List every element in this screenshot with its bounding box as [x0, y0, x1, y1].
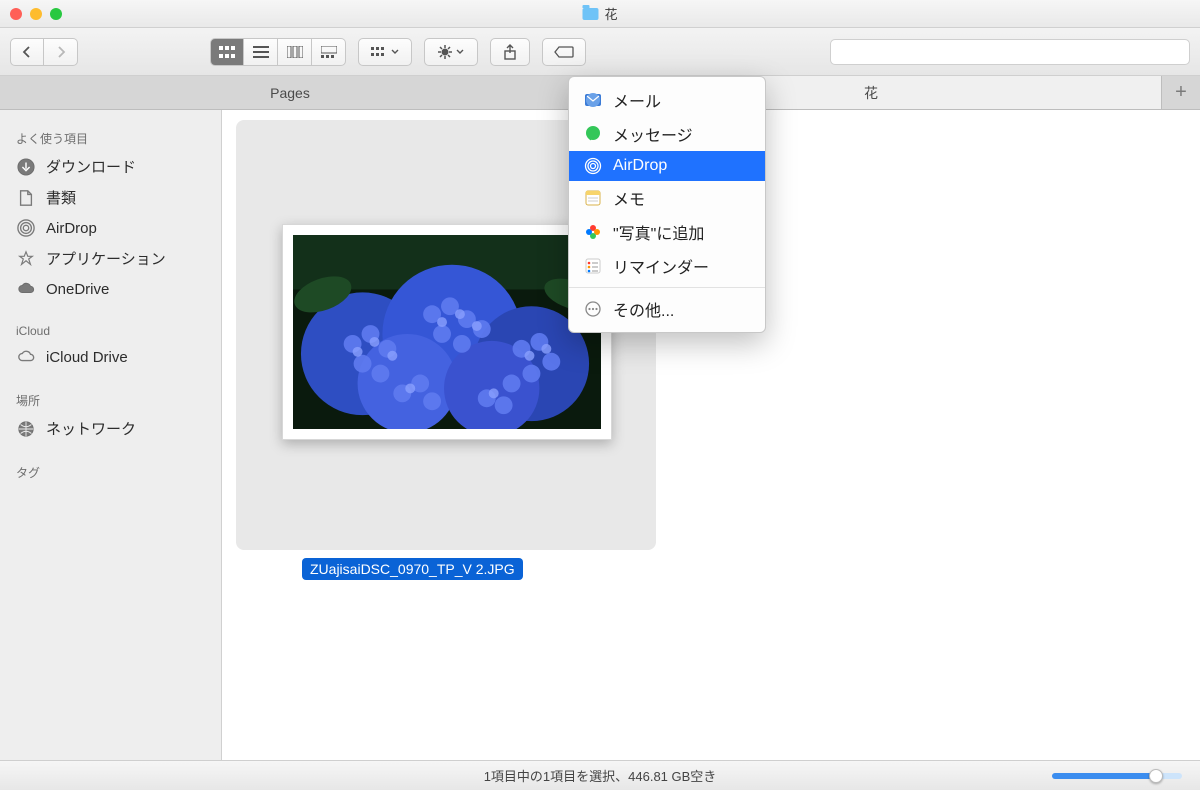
sidebar-item-label: AirDrop: [46, 220, 97, 237]
share-item-airdrop[interactable]: AirDrop: [569, 151, 765, 181]
share-item-label: メモ: [613, 186, 645, 210]
share-item-label: メール: [613, 88, 661, 112]
zoom-slider-knob[interactable]: [1149, 769, 1163, 783]
status-text: 1項目中の1項目を選択、446.81 GB空き: [484, 766, 717, 785]
share-item-label: メッセージ: [613, 122, 693, 146]
share-menu: メール メッセージ AirDrop メモ "写真"に追加 リマインダー その他.…: [568, 76, 766, 333]
window-title: 花: [582, 4, 617, 23]
download-icon: [16, 157, 36, 177]
sidebar-header-favorites: よく使う項目: [0, 124, 221, 151]
cloud-icon: [16, 279, 36, 299]
sidebar-header-locations: 場所: [0, 386, 221, 413]
share-item-reminders[interactable]: リマインダー: [569, 249, 765, 283]
hydrangea-image: [293, 235, 601, 429]
share-item-notes[interactable]: メモ: [569, 181, 765, 215]
sidebar-item-icloud-drive[interactable]: iCloud Drive: [0, 342, 221, 372]
sidebar-header-icloud: iCloud: [0, 318, 221, 342]
menu-separator: [569, 287, 765, 288]
sidebar-item-label: アプリケーション: [46, 248, 166, 269]
group-by-button[interactable]: [358, 38, 412, 66]
gallery-view-button[interactable]: [312, 38, 346, 66]
airdrop-icon: [16, 218, 36, 238]
share-item-label: AirDrop: [613, 157, 667, 175]
network-icon: [16, 419, 36, 439]
action-button[interactable]: [424, 38, 478, 66]
tab-pages[interactable]: Pages: [0, 76, 581, 109]
share-item-photos[interactable]: "写真"に追加: [569, 215, 765, 249]
group-by: [358, 38, 412, 66]
share-item-label: リマインダー: [613, 254, 709, 278]
window-controls: [10, 8, 62, 20]
forward-button[interactable]: [44, 38, 78, 66]
view-group: [210, 38, 346, 66]
airdrop-icon: [583, 156, 603, 176]
sidebar-item-label: ダウンロード: [46, 156, 136, 177]
sidebar: よく使う項目 ダウンロード 書類 AirDrop アプリケーション OneDri…: [0, 110, 222, 760]
sidebar-item-documents[interactable]: 書類: [0, 182, 221, 213]
list-view-button[interactable]: [244, 38, 278, 66]
applications-icon: [16, 249, 36, 269]
photos-icon: [583, 222, 603, 242]
column-view-button[interactable]: [278, 38, 312, 66]
notes-icon: [583, 188, 603, 208]
toolbar: [0, 28, 1200, 76]
tags-button[interactable]: [542, 38, 586, 66]
zoom-slider[interactable]: [1052, 773, 1182, 779]
share-button[interactable]: [490, 38, 530, 66]
reminders-icon: [583, 256, 603, 276]
sidebar-item-applications[interactable]: アプリケーション: [0, 243, 221, 274]
close-window-button[interactable]: [10, 8, 22, 20]
minimize-window-button[interactable]: [30, 8, 42, 20]
titlebar: 花: [0, 0, 1200, 28]
folder-icon: [582, 8, 598, 20]
window-title-text: 花: [604, 4, 617, 23]
share-item-mail[interactable]: メール: [569, 83, 765, 117]
share-item-messages[interactable]: メッセージ: [569, 117, 765, 151]
nav-group: [10, 38, 78, 66]
sidebar-item-label: 書類: [46, 187, 76, 208]
share-item-more[interactable]: その他...: [569, 292, 765, 326]
sidebar-item-network[interactable]: ネットワーク: [0, 413, 221, 444]
sidebar-item-downloads[interactable]: ダウンロード: [0, 151, 221, 182]
search-input[interactable]: [830, 39, 1190, 65]
share-item-label: その他...: [613, 297, 674, 321]
messages-icon: [583, 124, 603, 144]
sidebar-item-airdrop[interactable]: AirDrop: [0, 213, 221, 243]
documents-icon: [16, 188, 36, 208]
sidebar-item-onedrive[interactable]: OneDrive: [0, 274, 221, 304]
mail-icon: [583, 90, 603, 110]
more-icon: [583, 299, 603, 319]
back-button[interactable]: [10, 38, 44, 66]
sidebar-item-label: OneDrive: [46, 281, 109, 298]
sidebar-item-label: iCloud Drive: [46, 349, 128, 366]
file-thumbnail: [282, 224, 612, 440]
sidebar-item-label: ネットワーク: [46, 418, 136, 439]
new-tab-button[interactable]: +: [1162, 76, 1200, 109]
icon-view-button[interactable]: [210, 38, 244, 66]
cloud-icon: [16, 347, 36, 367]
status-bar: 1項目中の1項目を選択、446.81 GB空き: [0, 760, 1200, 790]
fullscreen-window-button[interactable]: [50, 8, 62, 20]
file-name-label[interactable]: ZUajisaiDSC_0970_TP_V 2.JPG: [302, 558, 523, 580]
sidebar-header-tags: タグ: [0, 458, 221, 485]
share-item-label: "写真"に追加: [613, 220, 704, 244]
